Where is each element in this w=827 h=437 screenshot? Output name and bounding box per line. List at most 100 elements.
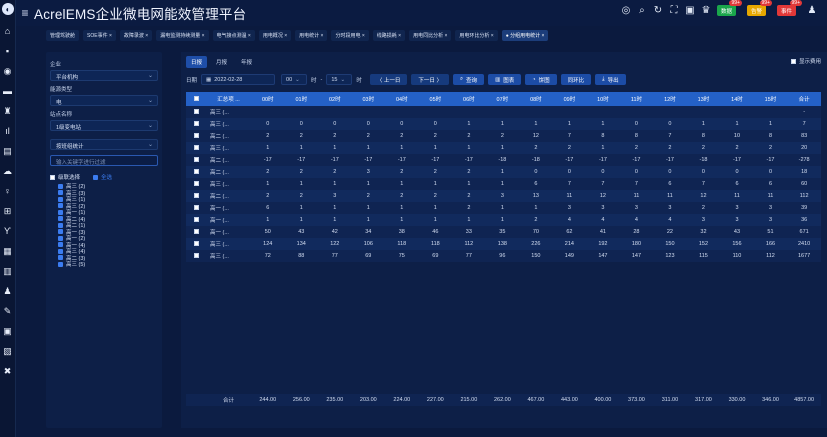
panel-icon[interactable]: ▤ [0, 141, 15, 161]
nav-tab[interactable]: 用电统计 × [295, 29, 328, 41]
hour-from-select[interactable]: 00 ⌄ [281, 74, 308, 85]
palette-icon[interactable]: ◎ [621, 5, 631, 16]
bar-chart-icon[interactable]: ıl [0, 121, 15, 141]
table-row[interactable]: 高三 (... 0 0 0 0 0 0 1 1 1 1 1 0 0 1 1 1 7 [186, 118, 821, 130]
row-checkbox[interactable] [193, 192, 199, 198]
row-checkbox-cell[interactable] [186, 214, 206, 226]
row-checkbox[interactable] [193, 108, 199, 114]
document-icon[interactable]: ▧ [0, 341, 15, 361]
table-row[interactable]: 高二 (... 2 2 2 3 2 2 2 1 0 0 0 0 0 0 0 0 18 [186, 166, 821, 178]
query-button[interactable]: ⌕ 查询 [452, 74, 485, 85]
energy-select[interactable]: 电 ⌄ [50, 95, 158, 106]
row-checkbox-cell[interactable] [186, 190, 206, 202]
row-checkbox[interactable] [193, 156, 199, 162]
shirt-icon[interactable]: ♛ [701, 5, 711, 16]
table-row[interactable]: 高三 (... 72 88 77 69 75 69 77 96 150 149 147 147 123 11… [186, 250, 821, 262]
row-checkbox-cell[interactable] [186, 166, 206, 178]
cascade-checkbox[interactable] [50, 174, 55, 180]
table-row[interactable]: 高三 (... 1 1 1 1 1 1 1 1 6 7 7 7 6 7 6 6 60 [186, 178, 821, 190]
row-checkbox-cell[interactable] [186, 118, 206, 130]
nav-tab-active[interactable]: ● 分组用电统计 × [501, 29, 549, 41]
menu-toggle-icon[interactable]: ≡ [16, 6, 34, 20]
dashboard-icon[interactable]: ▪ [0, 41, 15, 61]
tree-filter-input[interactable]: 输入关键字进行过滤 [50, 155, 158, 166]
nav-tab[interactable]: 用电概况 × [258, 29, 292, 41]
table-row[interactable]: 高三 (... 1 1 1 1 1 1 1 1 2 2 1 2 2 2 2 2 20 [186, 142, 821, 154]
compare-button[interactable]: 同环比 [560, 74, 592, 85]
table-row[interactable]: 高三 (... 124 134 122 106 118 118 112 138 226 214 192… [186, 238, 821, 250]
show-cost-checkbox[interactable] [790, 58, 796, 64]
table-row[interactable]: 高一 (... 1 1 1 1 1 1 1 1 2 4 4 4 4 3 3 3 36 [186, 214, 821, 226]
row-checkbox-cell[interactable] [186, 130, 206, 142]
bulb-icon[interactable]: ♀ [0, 181, 15, 201]
tree-checkbox[interactable] [58, 190, 63, 196]
tree-checkbox[interactable] [58, 209, 63, 215]
tools-icon[interactable]: ✖ [0, 361, 15, 381]
row-checkbox[interactable] [193, 228, 199, 234]
screen-icon[interactable]: ▣ [685, 5, 695, 16]
refresh-icon[interactable]: ↻ [653, 5, 663, 16]
device-icon[interactable]: ▬ [0, 81, 15, 101]
alarm-badge[interactable]: 告警 99+ [746, 0, 772, 16]
monitor-icon[interactable]: ◉ [0, 61, 15, 81]
tower-icon[interactable]: ♜ [0, 101, 15, 121]
nav-tab[interactable]: SOE事件 × [83, 29, 116, 41]
home-icon[interactable]: ⌂ [0, 21, 15, 41]
nav-tab[interactable]: 电气接点测温 × [212, 29, 255, 41]
row-checkbox-cell[interactable] [186, 226, 206, 238]
export-button[interactable]: ⤓ 导出 [595, 74, 626, 85]
row-checkbox-cell[interactable] [186, 250, 206, 262]
row-checkbox-cell[interactable] [186, 178, 206, 190]
event-badge[interactable]: 事件 99+ [776, 0, 802, 16]
calendar-icon[interactable]: ▦ [0, 241, 15, 261]
nav-tab[interactable]: 管理驾驶舱 [46, 29, 80, 41]
fullscreen-icon[interactable]: ⛶ [669, 5, 679, 16]
select-all-rows-checkbox[interactable] [193, 95, 199, 101]
tree-checkbox[interactable] [58, 196, 63, 202]
row-checkbox-cell[interactable] [186, 142, 206, 154]
column-header[interactable]: 汇总项 ... [206, 92, 251, 106]
nav-tab[interactable]: 漏电监测持续测量 × [156, 29, 209, 41]
nav-tab[interactable]: 线路损耗 × [372, 29, 406, 41]
table-row[interactable]: 高一 (... 50 43 42 34 38 46 33 35 70 62 41 28 22 32 43 51 6… [186, 226, 821, 238]
tree-item[interactable]: 高三 (5) [58, 261, 158, 268]
enterprise-select[interactable]: 平台机构 ⌄ [50, 70, 158, 81]
header-checkbox-cell[interactable] [186, 92, 206, 106]
table-row[interactable]: 高二 (... 2 2 2 2 2 2 2 2 12 7 8 8 7 8 10 8 83 [186, 130, 821, 142]
edit-icon[interactable]: ✎ [0, 301, 15, 321]
row-checkbox[interactable] [193, 216, 199, 222]
tree-checkbox[interactable] [58, 222, 63, 228]
tree-checkbox[interactable] [58, 242, 63, 248]
row-checkbox[interactable] [193, 180, 199, 186]
row-checkbox[interactable] [193, 252, 199, 258]
user-avatar-icon[interactable]: ♟ [807, 5, 817, 16]
tab-monthly[interactable]: 月报 [211, 56, 232, 68]
storage-icon[interactable]: ▥ [0, 261, 15, 281]
tree-checkbox[interactable] [58, 203, 63, 209]
prev-day-button[interactable]: 〈 上一日 [369, 74, 408, 85]
row-checkbox-cell[interactable] [186, 202, 206, 214]
row-checkbox[interactable] [193, 144, 199, 150]
row-checkbox[interactable] [193, 168, 199, 174]
pie-button[interactable]: ◔ 饼图 [525, 74, 557, 85]
row-checkbox-cell[interactable] [186, 106, 206, 118]
hour-to-select[interactable]: 15 ⌄ [326, 74, 353, 85]
row-checkbox-cell[interactable] [186, 154, 206, 166]
cloud-icon[interactable]: ☁ [0, 161, 15, 181]
table-row[interactable]: 高二 (... -17 -17 -17 -17 -17 -17 -17 -18 -18 -17 -17… [186, 154, 821, 166]
row-checkbox[interactable] [193, 120, 199, 126]
table-row[interactable]: 高二 (... 2 2 3 2 2 2 2 3 13 11 12 11 11 12 11 11 112 [186, 190, 821, 202]
row-checkbox[interactable] [193, 240, 199, 246]
nav-tab[interactable]: 用电环比分析 × [455, 29, 498, 41]
user-icon[interactable]: ♟ [0, 281, 15, 301]
tree-checkbox[interactable] [58, 248, 63, 254]
search-icon[interactable]: ⌕ [637, 5, 647, 16]
tree-checkbox[interactable] [58, 216, 63, 222]
next-day-button[interactable]: 下一日 〉 [411, 74, 449, 85]
tree-checkbox[interactable] [58, 183, 63, 189]
select-all-checkbox[interactable] [93, 174, 99, 180]
date-picker[interactable]: ▦ 2022-02-28 [201, 74, 276, 85]
tree-checkbox[interactable] [58, 261, 63, 267]
nav-tab[interactable]: 故障录波 × [119, 29, 153, 41]
grid-icon[interactable]: ⊞ [0, 201, 15, 221]
